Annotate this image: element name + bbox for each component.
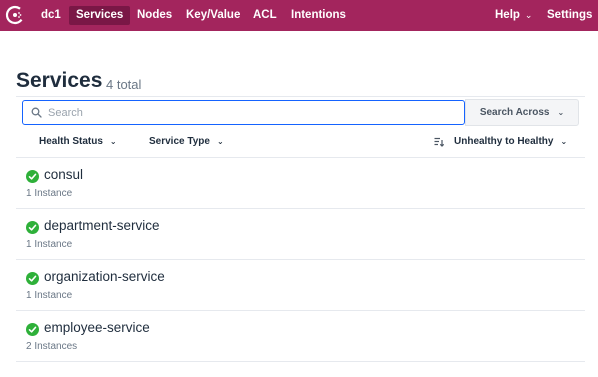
search-across-label: Search Across bbox=[479, 107, 550, 118]
nav-item-acl[interactable]: ACL bbox=[246, 6, 284, 25]
nav-item-intentions[interactable]: Intentions bbox=[284, 6, 353, 25]
health-status-label: Health Status bbox=[39, 136, 103, 147]
passing-check-icon bbox=[26, 170, 39, 183]
instance-count: 1 Instance bbox=[26, 290, 73, 301]
instance-count: 1 Instance bbox=[26, 188, 73, 199]
service-list-item[interactable]: consul 1 Instance bbox=[16, 158, 585, 209]
service-name[interactable]: consul bbox=[44, 167, 83, 182]
health-status-filter[interactable]: Health Status ⌄ bbox=[39, 135, 117, 149]
service-name[interactable]: employee-service bbox=[44, 320, 150, 335]
instance-count: 2 Instances bbox=[26, 341, 78, 352]
service-type-filter[interactable]: Service Type ⌄ bbox=[149, 135, 224, 149]
service-list-item[interactable]: employee-service 2 Instances bbox=[16, 311, 585, 362]
search-field[interactable] bbox=[22, 100, 465, 125]
nav-item-services[interactable]: Services bbox=[69, 6, 131, 25]
sort-icon bbox=[434, 137, 444, 147]
chevron-down-icon: ⌄ bbox=[557, 108, 565, 117]
nav-settings[interactable]: Settings bbox=[540, 6, 598, 25]
sort-order-label: Unhealthy to Healthy bbox=[454, 136, 554, 147]
consul-logo-icon[interactable] bbox=[5, 5, 25, 25]
chevron-down-icon: ⌄ bbox=[109, 137, 117, 146]
chevron-down-icon: ⌄ bbox=[216, 137, 224, 146]
search-across-dropdown[interactable]: Search Across ⌄ bbox=[465, 99, 579, 126]
passing-check-icon bbox=[26, 272, 39, 285]
service-type-label: Service Type bbox=[149, 136, 210, 147]
instance-count: 1 Instance bbox=[26, 239, 73, 250]
top-nav-bar: dc1 Services Nodes Key/Value ACL Intenti… bbox=[0, 0, 598, 31]
datacenter-selector[interactable]: dc1 bbox=[34, 6, 68, 25]
service-name[interactable]: organization-service bbox=[44, 269, 165, 284]
sort-order-dropdown[interactable]: Unhealthy to Healthy ⌄ bbox=[454, 135, 567, 149]
passing-check-icon bbox=[26, 221, 39, 234]
service-list-item[interactable]: organization-service 1 Instance bbox=[16, 260, 585, 311]
page-title: Services bbox=[16, 69, 103, 92]
search-input[interactable] bbox=[48, 103, 458, 122]
search-icon bbox=[31, 107, 42, 118]
service-total-count: 4 total bbox=[106, 77, 142, 92]
nav-help-label: Help bbox=[495, 9, 520, 21]
chevron-down-icon: ⌄ bbox=[560, 137, 568, 146]
service-list-item[interactable]: department-service 1 Instance bbox=[16, 209, 585, 260]
nav-item-key-value[interactable]: Key/Value bbox=[179, 6, 247, 25]
passing-check-icon bbox=[26, 323, 39, 336]
service-name[interactable]: department-service bbox=[44, 218, 160, 233]
header-divider bbox=[16, 96, 585, 97]
nav-help-menu[interactable]: Help ⌄ bbox=[488, 6, 539, 25]
nav-item-nodes[interactable]: Nodes bbox=[130, 6, 179, 25]
chevron-down-icon: ⌄ bbox=[524, 10, 533, 20]
